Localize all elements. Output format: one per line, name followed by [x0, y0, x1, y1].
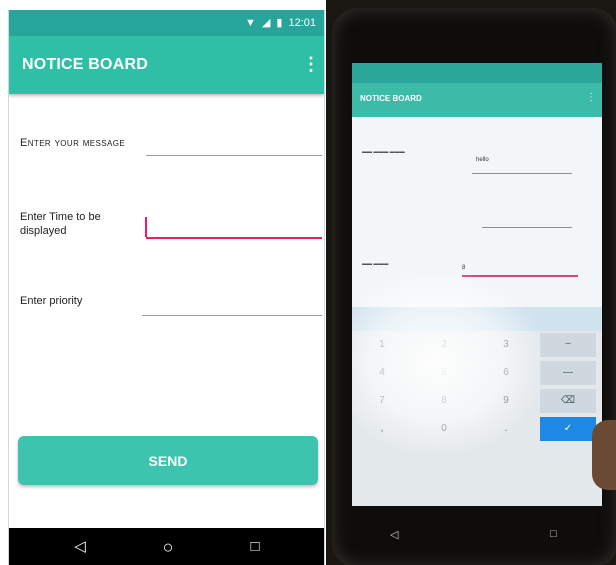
phone-device: NOTICE BOARD ⋮ ▬▬ ▬▬▬ ▬▬▬ hello ▬▬ ▬▬▬ 8…	[332, 8, 616, 565]
phone-photo: NOTICE BOARD ⋮ ▬▬ ▬▬▬ ▬▬▬ hello ▬▬ ▬▬▬ 8…	[326, 0, 616, 565]
status-bar: ▼ ◢ ▮ 12:01	[9, 10, 324, 36]
send-button[interactable]: SEND	[18, 436, 318, 485]
finger	[592, 420, 616, 490]
back-icon[interactable]: ◁	[69, 536, 91, 558]
key-dash[interactable]: —	[540, 361, 596, 385]
wifi-icon: ▼	[245, 16, 256, 29]
phone-app-title: NOTICE BOARD	[360, 94, 422, 103]
phone-message-label: ▬▬ ▬▬▬ ▬▬▬	[362, 149, 405, 155]
phone-status-bar	[352, 63, 602, 83]
message-label: Enter your message	[20, 137, 126, 149]
backspace-key-icon[interactable]: ⌫	[540, 389, 596, 413]
app-bar: NOTICE BOARD ⋮	[9, 36, 324, 94]
comparison-screenshot: ▼ ◢ ▮ 12:01 NOTICE BOARD ⋮ Enter your me…	[0, 0, 616, 565]
emulator-screen: ▼ ◢ ▮ 12:01 NOTICE BOARD ⋮ Enter your me…	[8, 10, 325, 565]
battery-icon: ▮	[276, 17, 283, 29]
signal-icon: ◢	[261, 17, 271, 29]
home-icon[interactable]: ○	[157, 536, 179, 558]
navigation-bar: ◁ ○ □	[9, 528, 324, 565]
overflow-menu-icon[interactable]: ⋮	[302, 54, 320, 74]
phone-screen: NOTICE BOARD ⋮ ▬▬ ▬▬▬ ▬▬▬ hello ▬▬ ▬▬▬ 8…	[352, 63, 602, 506]
message-input[interactable]	[146, 134, 322, 156]
app-title: NOTICE BOARD	[22, 56, 148, 73]
phone-message-underline	[472, 173, 572, 174]
phone-back-icon[interactable]: ◁	[390, 528, 398, 541]
recents-icon[interactable]: □	[244, 536, 266, 558]
phone-priority-value: 8	[462, 265, 466, 271]
screen-glare	[352, 273, 542, 453]
phone-priority-label: ▬▬ ▬▬▬	[362, 261, 389, 267]
phone-recents-icon[interactable]: □	[550, 528, 557, 540]
enter-key-icon[interactable]: ✓	[540, 417, 596, 441]
priority-label: Enter priority	[20, 295, 83, 307]
time-label: Enter Time to be displayed	[20, 211, 101, 237]
phone-message-value: hello	[476, 157, 489, 163]
phone-overflow-menu-icon: ⋮	[586, 92, 596, 103]
phone-time-underline	[482, 227, 572, 228]
key-minus[interactable]: −	[540, 333, 596, 357]
text-cursor	[145, 217, 147, 237]
phone-app-bar: NOTICE BOARD ⋮	[352, 83, 602, 117]
status-time: 12:01	[288, 16, 316, 29]
priority-input[interactable]	[142, 294, 322, 316]
time-input[interactable]	[146, 217, 322, 239]
